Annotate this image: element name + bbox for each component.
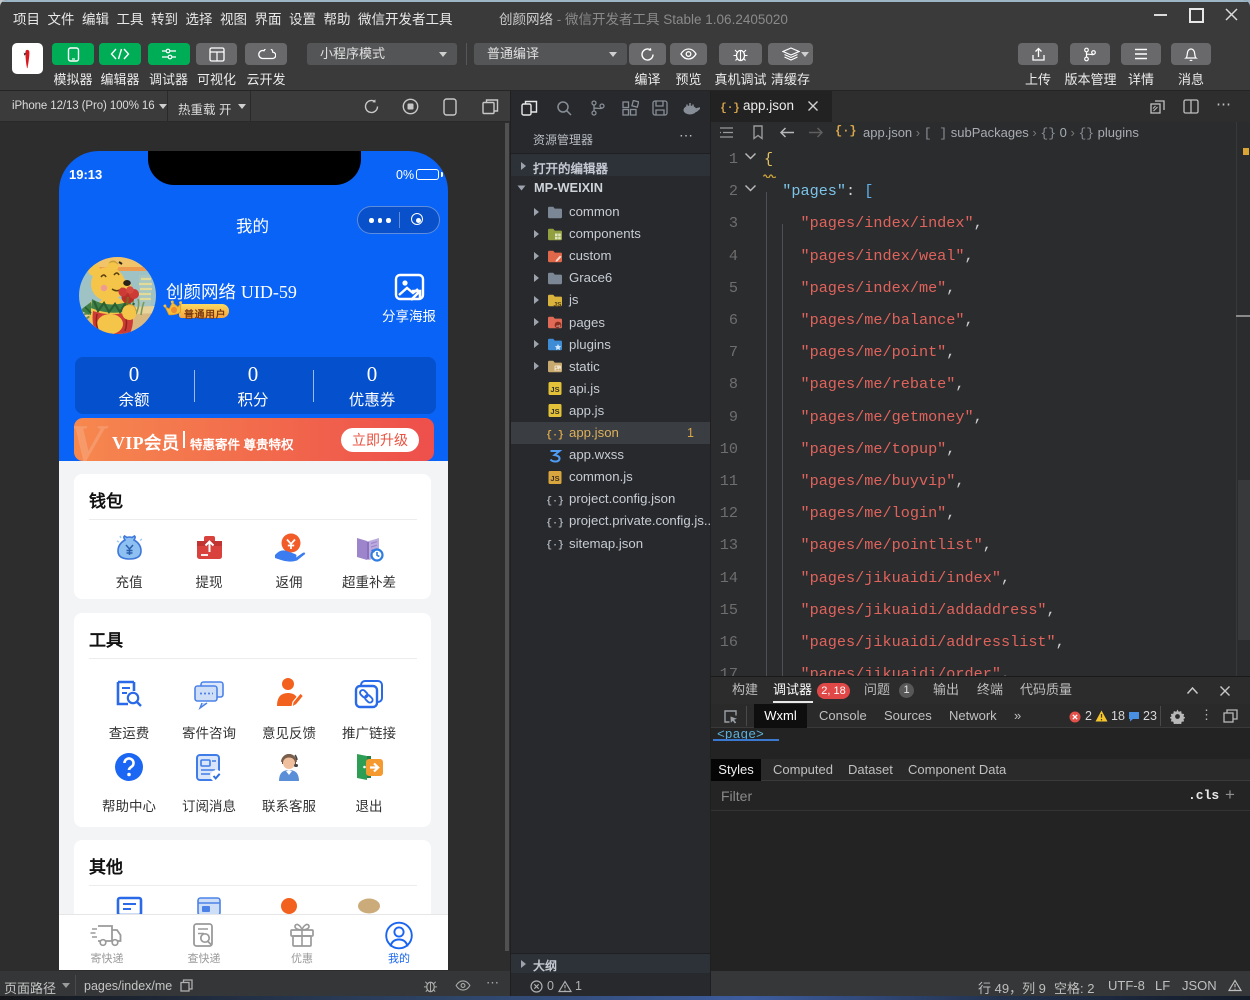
svg-text:JS: JS xyxy=(550,385,559,394)
svg-text:{·}: {·} xyxy=(721,103,739,114)
svg-text:{·}: {·} xyxy=(547,517,563,528)
svg-text:{·}: {·} xyxy=(547,429,563,440)
svg-text:JS: JS xyxy=(550,474,559,483)
svg-text:JS: JS xyxy=(554,301,563,308)
svg-text:JS: JS xyxy=(550,407,559,416)
svg-text:{·}: {·} xyxy=(547,540,563,551)
svg-text:{·}: {·} xyxy=(547,495,563,506)
